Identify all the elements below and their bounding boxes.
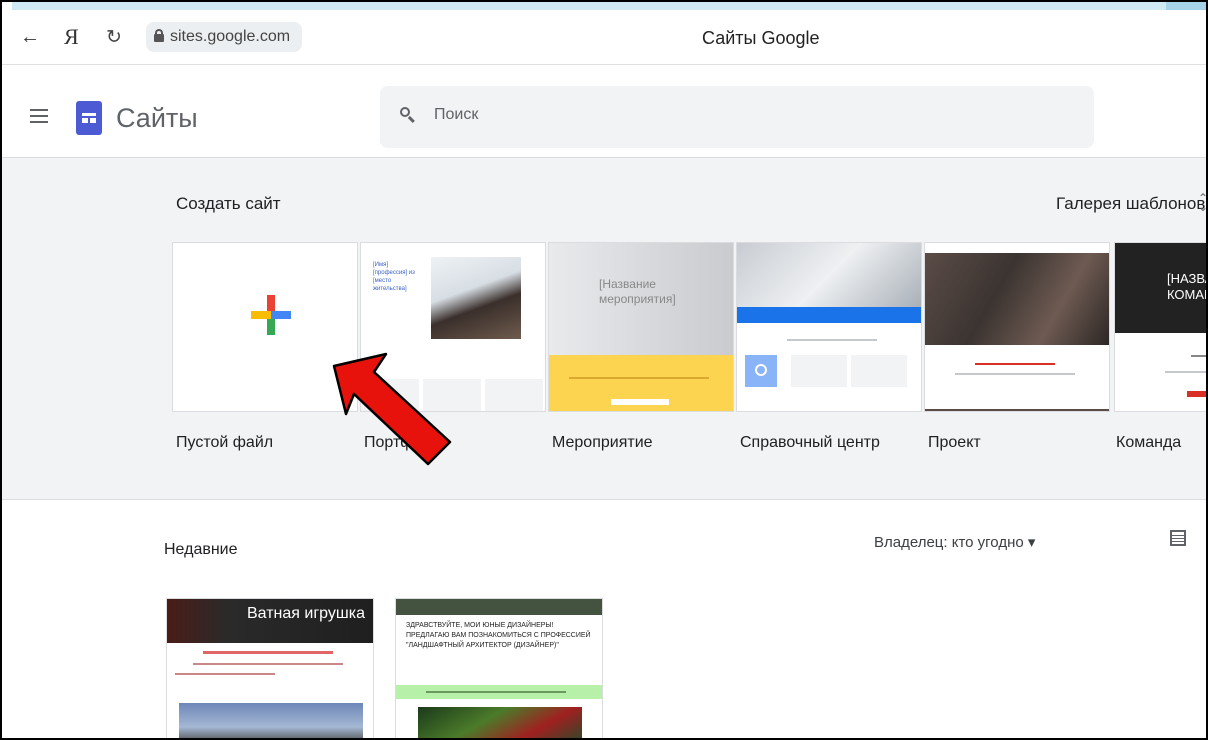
screenshot-frame: ← Я ↻ sites.google.com Сайты Google Сайт… (0, 0, 1208, 740)
template-label: Проект (928, 434, 981, 451)
app-name[interactable]: Сайты (116, 103, 198, 134)
annotation-arrow (332, 352, 452, 466)
portfolio-preview-photo (431, 257, 521, 339)
list-view-icon[interactable] (1170, 530, 1186, 546)
event-preview-title: [Название мероприятия] (599, 277, 676, 306)
site-subheading-text: ПРЕДЛАГАЮ ВАМ ПОЗНАКОМИТЬСЯ С ПРОФЕССИЕЙ… (406, 632, 591, 649)
lock-icon (154, 29, 164, 42)
main-menu-icon[interactable] (30, 109, 48, 127)
sites-logo-icon[interactable] (76, 101, 102, 135)
template-label: Команда (1116, 434, 1182, 451)
template-gallery: Создать сайт Галерея шаблонов ⌃ ⌄ Пустой … (2, 158, 1206, 500)
search-input[interactable]: Поиск (380, 86, 1094, 148)
template-event[interactable]: [Название мероприятия] (548, 242, 734, 412)
site-preview-image (179, 703, 363, 738)
recent-site-card[interactable]: Ватная игрушка (166, 598, 374, 738)
tab-strip-end (1166, 2, 1206, 10)
site-preview-image (418, 707, 582, 738)
arrow-left-icon[interactable]: ← (20, 26, 40, 49)
site-title: Ватная игрушка (247, 605, 365, 622)
template-team[interactable]: [НАЗВАНИЕ КОМАНДЫ] (1114, 242, 1206, 412)
address-bar-url: sites.google.com (170, 28, 291, 45)
plus-icon (251, 295, 291, 335)
tab-strip (12, 2, 1206, 10)
template-label: Справочный центр (740, 434, 880, 451)
portfolio-preview-text: [Имя] [профессия] из [место жительства] (373, 262, 415, 292)
site-heading-text: ЗДРАВСТВУЙТЕ, МОИ ЮНЫЕ ДИЗАЙНЕРЫ! (406, 622, 554, 629)
yandex-button[interactable]: Я (64, 24, 79, 50)
recent-site-card[interactable]: ЗДРАВСТВУЙТЕ, МОИ ЮНЫЕ ДИЗАЙНЕРЫ! ПРЕДЛА… (395, 598, 603, 738)
browser-toolbar: ← Я ↻ sites.google.com Сайты Google (2, 12, 1206, 65)
template-help-center[interactable] (736, 242, 922, 412)
template-project[interactable] (924, 242, 1110, 412)
team-preview-title: [НАЗВАНИЕ КОМАНДЫ] (1167, 271, 1206, 302)
create-site-heading: Создать сайт (176, 194, 281, 213)
template-gallery-button[interactable]: Галерея шаблонов (1056, 194, 1205, 214)
site-preview-header: Ватная игрушка (167, 599, 373, 643)
app-header: Сайты Поиск (2, 65, 1206, 158)
search-icon[interactable] (400, 107, 415, 123)
address-bar[interactable]: sites.google.com (146, 22, 302, 52)
site-title: ЗДРАВСТВУЙТЕ, МОИ ЮНЫЕ ДИЗАЙНЕРЫ! ПРЕДЛА… (406, 621, 596, 651)
reload-icon[interactable]: ↻ (106, 26, 122, 49)
page-title: Сайты Google (702, 28, 820, 48)
recent-heading: Недавние (164, 541, 238, 558)
template-label: Мероприятие (552, 434, 653, 451)
unfold-more-icon[interactable]: ⌃ ⌄ (1198, 192, 1206, 213)
owner-filter-dropdown[interactable]: Владелец: кто угодно ▾ (874, 533, 1035, 551)
search-placeholder: Поиск (434, 106, 479, 123)
template-label: Пустой файл (176, 434, 274, 451)
